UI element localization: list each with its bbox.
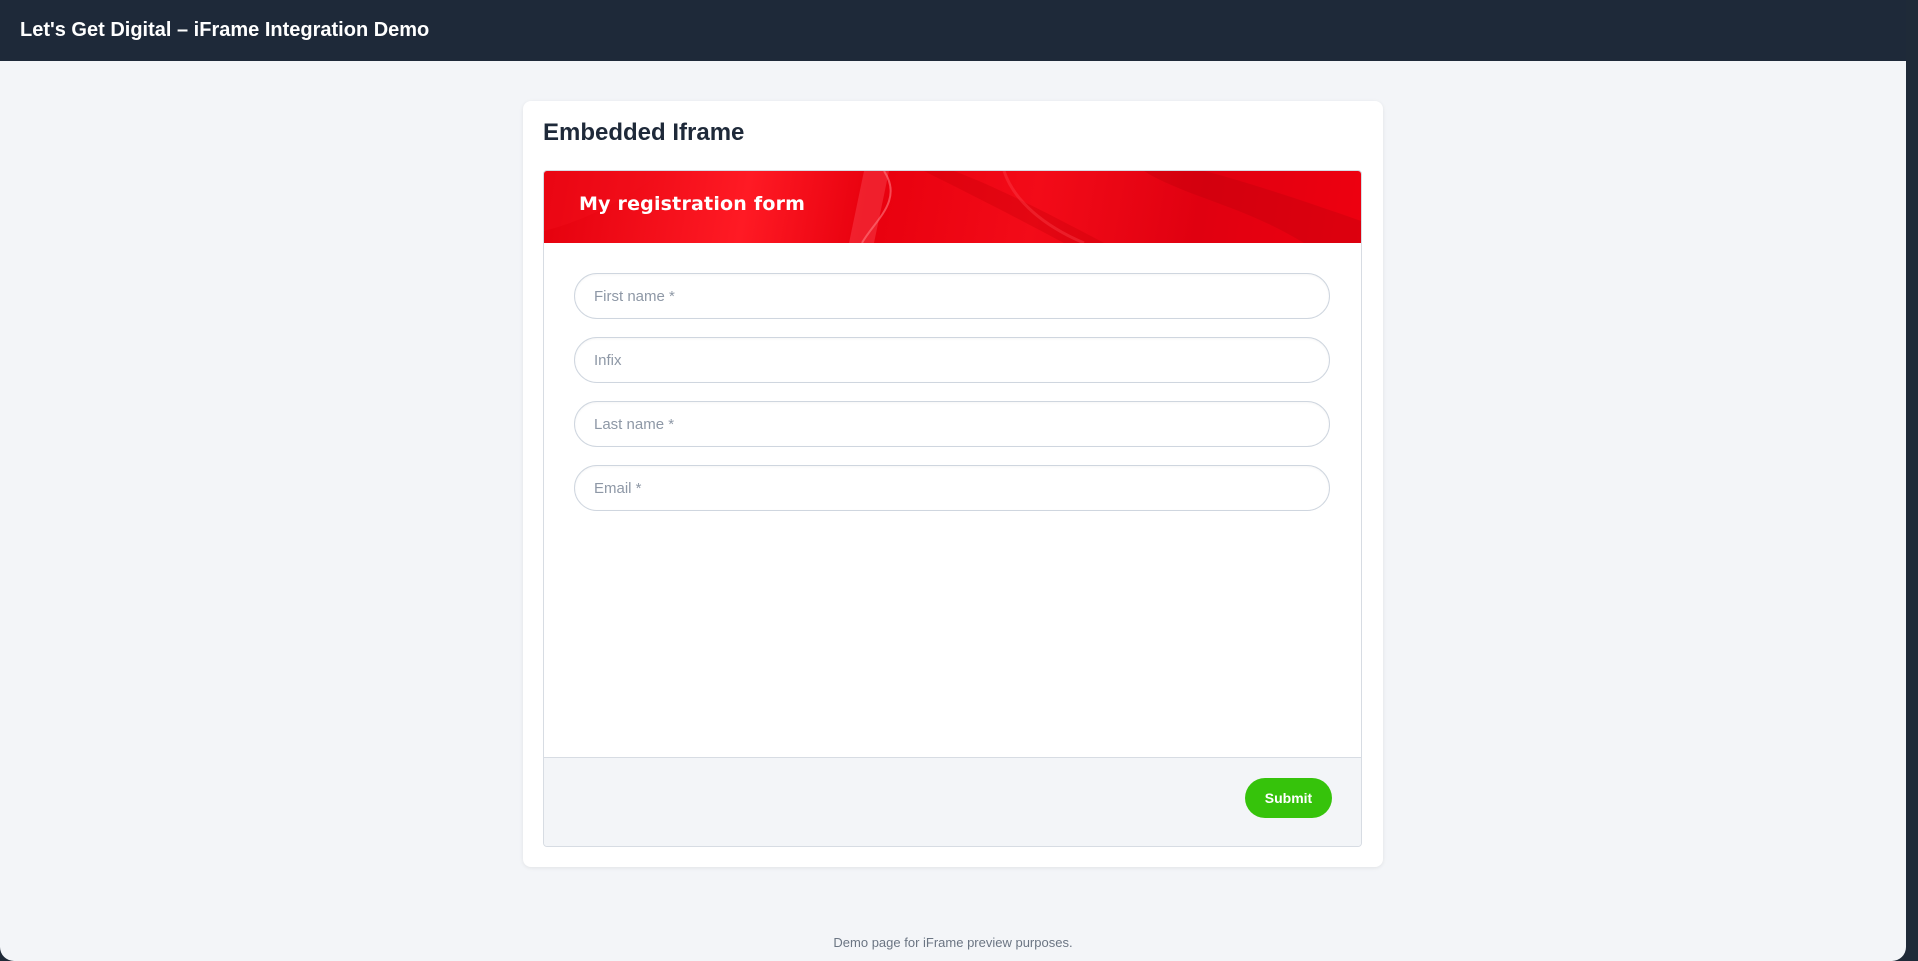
form-title: My registration form <box>579 193 806 215</box>
form-footer: Submit <box>544 757 1361 846</box>
first-name-input[interactable] <box>574 273 1330 319</box>
form-header: My registration form <box>544 171 1361 243</box>
footer-note: Demo page for iFrame preview purposes. <box>833 935 1073 950</box>
last-name-input[interactable] <box>574 401 1330 447</box>
app-title: Let's Get Digital – iFrame Integration D… <box>20 19 430 41</box>
window-scrollbar[interactable] <box>1906 0 1918 961</box>
embedded-iframe[interactable]: My registration form Submit <box>543 170 1362 847</box>
infix-input[interactable] <box>574 337 1330 383</box>
browser-viewport: Let's Get Digital – iFrame Integration D… <box>0 0 1906 961</box>
card-title: Embedded Iframe <box>543 119 745 146</box>
email-input[interactable] <box>574 465 1330 511</box>
embedded-card: Embedded Iframe My registration form Fir… <box>523 101 1383 867</box>
top-bar: Let's Get Digital – iFrame Integration D… <box>0 0 1906 61</box>
form-body <box>544 243 1361 756</box>
submit-button[interactable]: Submit <box>1245 778 1332 818</box>
